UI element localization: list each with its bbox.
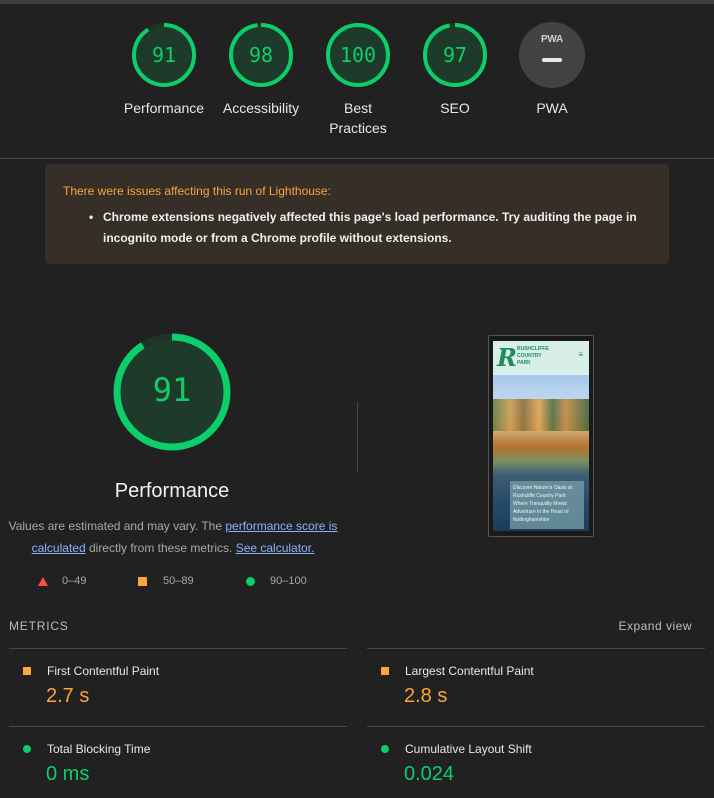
pwa-badge: PWA [519, 22, 585, 88]
warning-item-line: Chrome extensions negatively affected th… [103, 210, 637, 224]
final-screenshot-thumbnail[interactable]: R RUSHCLIFFE COUNTRY PARK ≡ Discover Nat… [488, 335, 594, 537]
metric-name: First Contentful Paint [47, 664, 160, 678]
gauge-label: Best Practices [329, 100, 387, 136]
site-brand: RUSHCLIFFE COUNTRY PARK [517, 346, 549, 367]
fail-triangle-icon [38, 577, 48, 586]
gauge-score: 97 [442, 43, 468, 67]
site-logo-letter: R [497, 343, 517, 372]
description-text: directly from these metrics. [85, 541, 236, 555]
pwa-badge-circle [519, 22, 585, 88]
metric-name: Largest Contentful Paint [405, 664, 534, 678]
performance-title: Performance [114, 480, 230, 502]
pwa-dash-icon [542, 58, 562, 62]
gauge-label: Accessibility [222, 100, 300, 116]
see-calculator-link[interactable]: See calculator. [236, 541, 315, 555]
pass-circle-icon [381, 745, 389, 753]
warning-item: • Chrome extensions negatively affected … [63, 207, 651, 249]
average-square-icon [138, 577, 147, 586]
gauge-label: SEO [440, 100, 470, 116]
brand-line: PARK [517, 360, 531, 366]
average-square-icon [23, 667, 31, 675]
gauge-ring: 100 [325, 22, 391, 88]
metric-value: 2.7 s [46, 685, 90, 707]
gauge-label: Performance [123, 100, 205, 116]
metric-value: 2.8 s [404, 685, 448, 707]
vertical-divider [357, 402, 358, 472]
bullet-icon: • [89, 210, 94, 224]
hero-caption: Discover Nature's Oasis at Rushcliffe Co… [510, 481, 584, 529]
gauge-accessibility[interactable]: 98 Accessibility [211, 22, 311, 118]
warning-item-line: incognito mode or from a Chrome profile … [103, 231, 452, 245]
metric-divider [9, 726, 347, 727]
gauge-ring: 98 [228, 22, 294, 88]
section-divider [0, 158, 714, 159]
pass-circle-icon [246, 577, 255, 586]
gauge-ring: 91 [131, 22, 197, 88]
metric-name: Total Blocking Time [47, 742, 151, 756]
gauge-score: 100 [339, 43, 377, 67]
gauge-seo[interactable]: 97 SEO [405, 22, 505, 118]
performance-gauge: 91 [112, 332, 232, 452]
metric-divider [367, 726, 705, 727]
expand-view-button[interactable]: Expand view [618, 619, 692, 633]
gauge-score: 91 [151, 43, 177, 67]
warning-box: There were issues affecting this run of … [45, 164, 669, 264]
metrics-title: METRICS [9, 619, 69, 633]
tree-line [493, 399, 589, 431]
gauge-performance[interactable]: 91 Performance [114, 22, 214, 118]
screenshot-image: R RUSHCLIFFE COUNTRY PARK ≡ Discover Nat… [493, 341, 589, 531]
top-border [0, 0, 714, 4]
gauge-best-practices[interactable]: 100 Best Practices [308, 22, 408, 138]
thumb-site-header: R RUSHCLIFFE COUNTRY PARK ≡ [493, 341, 589, 375]
legend-pass: 90–100 [270, 575, 307, 587]
legend-average: 50–89 [163, 575, 194, 587]
average-square-icon [381, 667, 389, 675]
pwa-badge-text: PWA [541, 34, 563, 45]
hamburger-menu-icon: ≡ [578, 350, 583, 359]
metric-divider [9, 648, 347, 649]
warning-title: There were issues affecting this run of … [63, 184, 331, 198]
metric-value: 0 ms [46, 763, 90, 785]
metric-value: 0.024 [404, 763, 455, 785]
performance-description: Values are estimated and may vary. The p… [0, 515, 346, 559]
pass-circle-icon [23, 745, 31, 753]
metric-name: Cumulative Layout Shift [405, 742, 532, 756]
performance-score: 91 [152, 371, 192, 409]
metric-divider [367, 648, 705, 649]
gauge-ring: 97 [422, 22, 488, 88]
description-text: Values are estimated and may vary. The [8, 519, 226, 533]
gauge-score: 98 [248, 43, 274, 67]
gauge-pwa[interactable]: PWA PWA [502, 22, 602, 118]
gauge-label: PWA [536, 100, 568, 116]
brand-line: COUNTRY [517, 353, 542, 359]
legend-fail: 0–49 [62, 575, 87, 587]
score-gauges: 91 Performance 98 Accessibility 100 Best… [0, 22, 714, 142]
brand-line: RUSHCLIFFE [517, 346, 549, 352]
